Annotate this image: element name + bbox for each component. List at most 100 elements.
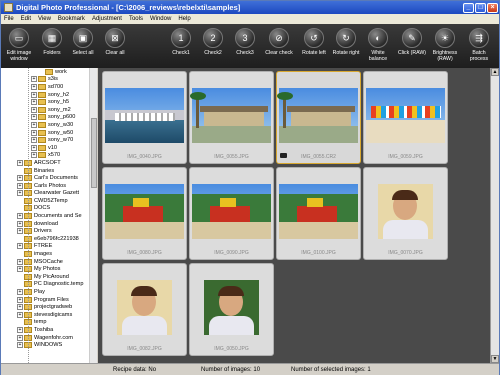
expand-icon[interactable] [17,205,23,212]
toolbar-button-folders[interactable]: ▦ Folders [36,24,68,56]
folder-tree-item[interactable]: My PicAround [1,273,96,281]
folder-tree-item[interactable]: + Drivers [1,227,96,235]
folder-tree-item[interactable]: + sony_w50 [1,129,96,137]
thumbnail[interactable]: IMG_0082.JPG [102,263,187,356]
folder-tree-item[interactable]: + sony_h2 [1,91,96,99]
folder-tree-item[interactable]: PC Diagnostic.temp [1,281,96,289]
toolbar-button-clear-check[interactable]: ⊘ Clear check [263,24,295,56]
folder-tree-item[interactable]: temp [1,319,96,327]
expand-icon[interactable] [17,197,23,204]
menu-bookmark[interactable]: Bookmark [58,16,85,22]
toolbar-button-check1[interactable]: 1 Check1 [165,24,197,56]
folder-tree-item[interactable]: + stevesdigicams [1,311,96,319]
toolbar-button-check2[interactable]: 2 Check2 [197,24,229,56]
folder-tree-item[interactable]: images [1,250,96,258]
expand-icon[interactable]: + [17,190,23,197]
expand-icon[interactable]: + [31,137,37,144]
toolbar-button-white-balance[interactable]: ◐ White balance [362,24,394,62]
folder-tree-item[interactable]: + FTREE [1,243,96,251]
expand-icon[interactable]: + [17,243,23,250]
expand-icon[interactable] [17,281,23,288]
folder-tree-item[interactable]: + projectgradweb [1,303,96,311]
folder-tree-item[interactable]: + sony_h5 [1,98,96,106]
expand-icon[interactable]: + [17,296,23,303]
expand-icon[interactable] [17,167,23,174]
close-button[interactable]: × [487,2,498,13]
folder-tree-item[interactable]: + ARCSOFT [1,159,96,167]
folder-tree-item[interactable]: + Program Files [1,296,96,304]
scrollbar-thumb[interactable] [91,118,97,188]
toolbar-button-rotate-left[interactable]: ↺ Rotate left [298,24,330,56]
expand-icon[interactable]: + [17,220,23,227]
folder-tree-item[interactable]: + download [1,220,96,228]
folder-tree-item[interactable]: + Carl's Documents [1,174,96,182]
expand-icon[interactable]: + [31,114,37,121]
folder-tree-item[interactable]: + sd700 [1,83,96,91]
folder-tree-item[interactable]: Binaries [1,167,96,175]
toolbar-button-check3[interactable]: 3 Check3 [229,24,261,56]
toolbar-button-rotate-right[interactable]: ↻ Rotate right [330,24,362,56]
thumbnail[interactable]: IMG_0040.JPG [102,71,187,164]
maximize-button[interactable]: □ [475,2,486,13]
folder-tree-item[interactable]: + sony_w30 [1,121,96,129]
expand-icon[interactable]: + [17,213,23,220]
thumbnail[interactable]: IMG_0055.CR2 [276,71,361,164]
folder-tree-item[interactable]: + WINDOWS [1,341,96,349]
toolbar-button-clear-all[interactable]: ⊠ Clear all [99,24,131,56]
folder-tree-item[interactable]: + Wagenfohr.com [1,334,96,342]
folder-tree-item[interactable]: + sony_m2 [1,106,96,114]
folder-tree-item[interactable]: + sony_p600 [1,114,96,122]
title-bar[interactable]: Digital Photo Professional - [C:\2006_re… [1,1,499,14]
expand-icon[interactable] [17,251,23,258]
thumbnail[interactable]: IMG_0050.JPG [189,263,274,356]
thumbnail[interactable]: IMG_0059.JPG [363,71,448,164]
toolbar-button-batch-process[interactable]: ⇶ Batch process [463,24,495,62]
minimize-button[interactable]: _ [463,2,474,13]
expand-icon[interactable]: + [31,76,37,83]
folder-tree-scrollbar[interactable] [89,68,97,363]
folder-tree-item[interactable]: work [1,68,96,76]
expand-icon[interactable]: + [31,91,37,98]
folder-tree-item[interactable]: + Toshiba [1,326,96,334]
thumbnail[interactable]: IMG_0070.JPG [363,167,448,260]
expand-icon[interactable] [17,273,23,280]
toolbar-button-brightness-raw[interactable]: ☀ Brightness (RAW) [429,24,461,62]
scroll-up-icon[interactable]: ▲ [491,68,499,76]
expand-icon[interactable]: + [17,175,23,182]
expand-icon[interactable]: + [31,83,37,90]
expand-icon[interactable]: + [31,99,37,106]
folder-tree-item[interactable]: + x570 [1,152,96,160]
toolbar-button-click-raw[interactable]: ✎ Click (RAW) [396,24,428,56]
folder-tree-item[interactable]: + s3is [1,76,96,84]
scroll-down-icon[interactable]: ▼ [491,355,499,363]
thumbnail[interactable]: IMG_0100.JPG [276,167,361,260]
expand-icon[interactable]: + [17,311,23,318]
toolbar-button-edit-image[interactable]: ▭ Edit image window [3,24,35,62]
folder-tree-item[interactable]: e6eb796fc221938 [1,235,96,243]
folder-tree-item[interactable]: DOCS [1,205,96,213]
expand-icon[interactable]: + [31,144,37,151]
expand-icon[interactable]: + [31,152,37,159]
menu-help[interactable]: Help [178,16,190,22]
folder-tree-item[interactable]: + sony_w70 [1,136,96,144]
expand-icon[interactable] [17,235,23,242]
menu-file[interactable]: File [4,16,14,22]
thumbnail[interactable]: IMG_0090.JPG [189,167,274,260]
folder-tree-item[interactable]: + Play [1,288,96,296]
menu-view[interactable]: View [38,16,51,22]
expand-icon[interactable] [17,319,23,326]
expand-icon[interactable] [38,68,44,75]
toolbar-button-select-all[interactable]: ▣ Select all [67,24,99,56]
expand-icon[interactable]: + [17,159,23,166]
folder-tree-item[interactable]: + v10 [1,144,96,152]
expand-icon[interactable]: + [17,342,23,349]
expand-icon[interactable]: + [17,334,23,341]
menu-adjustment[interactable]: Adjustment [92,16,122,22]
folder-tree-item[interactable]: + My Photos [1,265,96,273]
expand-icon[interactable]: + [17,182,23,189]
folder-tree-item[interactable]: CWD5ZTemp [1,197,96,205]
folder-tree-item[interactable]: + Carls Photos [1,182,96,190]
expand-icon[interactable]: + [31,129,37,136]
folder-tree-item[interactable]: + MSOCache [1,258,96,266]
expand-icon[interactable]: + [17,304,23,311]
